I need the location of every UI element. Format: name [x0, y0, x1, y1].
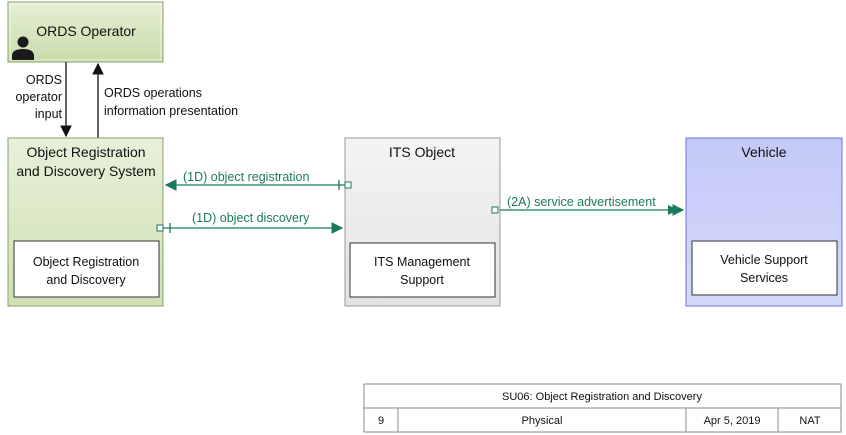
object-discovery-flow[interactable]: (1D) object discovery	[156, 211, 344, 234]
vehicle-element-line2: Services	[740, 271, 788, 285]
ops-info-label: ORDS operations information presentation	[104, 86, 238, 118]
service-advertisement-label: (2A) service advertisement	[507, 195, 656, 209]
diagram-canvas: ORDS Operator ORDS operator input ORDS o…	[7, 1, 843, 433]
its-object-title: ITS Object	[389, 144, 455, 160]
ords-system-node[interactable]: Object Registration and Discovery System…	[7, 137, 164, 307]
ops-info-line2: information presentation	[104, 104, 238, 118]
operator-input-label: ORDS operator input	[15, 73, 62, 121]
title-block-number: 9	[378, 415, 384, 427]
title-block-date: Apr 5, 2019	[704, 415, 761, 427]
operator-input-line2: operator	[15, 90, 62, 104]
its-object-node[interactable]: ITS Object ITS Management Support	[344, 137, 501, 307]
vehicle-support-box[interactable]	[691, 240, 838, 296]
title-block-view: Physical	[522, 415, 563, 427]
ords-system-title-line1: Object Registration	[26, 144, 145, 160]
object-registration-flow[interactable]: (1D) object registration	[164, 170, 352, 191]
ords-operator-node[interactable]: ORDS Operator	[7, 1, 164, 63]
service-advertisement-flow[interactable]: (2A) service advertisement	[491, 195, 685, 216]
vehicle-element-line1: Vehicle Support	[720, 253, 808, 267]
object-discovery-label: (1D) object discovery	[192, 211, 310, 225]
title-block-org: NAT	[799, 415, 820, 427]
ops-info-line1: ORDS operations	[104, 86, 202, 100]
vehicle-title: Vehicle	[741, 144, 786, 160]
ords-operator-title: ORDS Operator	[36, 23, 136, 39]
ords-element-box[interactable]	[13, 240, 160, 298]
ords-element-line2: and Discovery	[46, 273, 126, 287]
title-block-diagram-title: SU06: Object Registration and Discovery	[502, 391, 702, 403]
its-management-box[interactable]	[349, 242, 496, 298]
operator-input-line1: ORDS	[26, 73, 62, 87]
vehicle-node[interactable]: Vehicle Vehicle Support Services	[685, 137, 843, 307]
its-element-line2: Support	[400, 273, 444, 287]
ords-system-title-line2: and Discovery System	[16, 163, 155, 179]
title-block: SU06: Object Registration and Discovery …	[363, 383, 842, 433]
operator-input-line3: input	[35, 107, 63, 121]
ords-element-line1: Object Registration	[33, 255, 139, 269]
object-registration-label: (1D) object registration	[183, 170, 309, 184]
its-element-line1: ITS Management	[374, 255, 470, 269]
